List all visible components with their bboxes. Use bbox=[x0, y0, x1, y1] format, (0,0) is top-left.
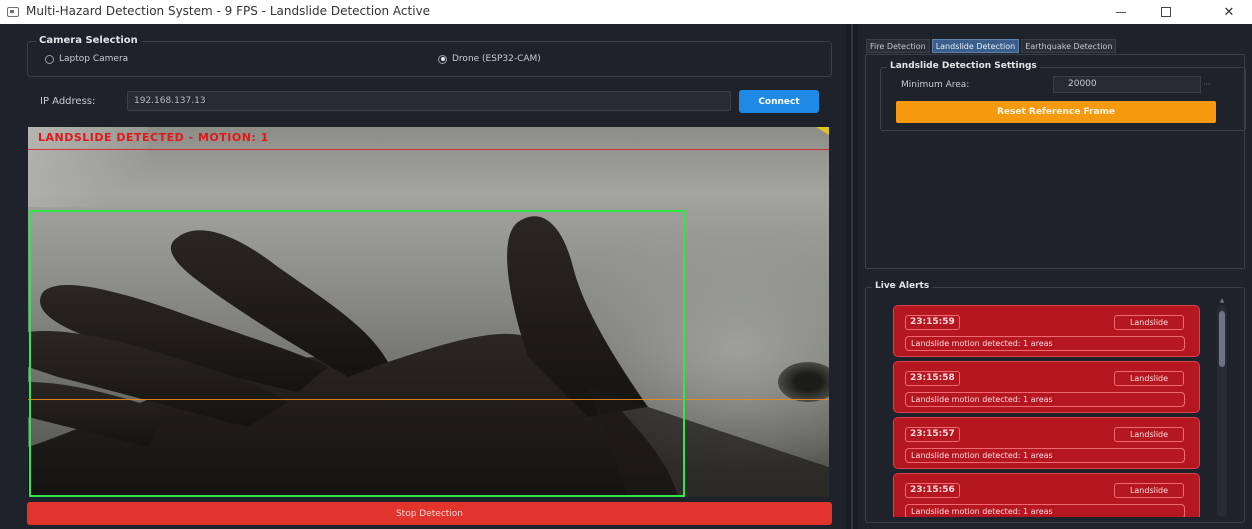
close-icon: ✕ bbox=[1223, 4, 1235, 20]
radio-indicator-selected bbox=[438, 54, 447, 64]
spin-arrows-icon[interactable]: ⋯ bbox=[1201, 76, 1213, 93]
camera-feed: LANDSLIDE DETECTED - MOTION: 1 bbox=[28, 127, 829, 497]
minimize-icon bbox=[1116, 11, 1126, 13]
alert-time: 23:15:56 bbox=[905, 483, 960, 498]
laptop-camera-radio[interactable]: Laptop Camera bbox=[45, 54, 128, 64]
alert-type-badge: Landslide bbox=[1114, 483, 1184, 498]
maximize-icon bbox=[1161, 7, 1171, 17]
live-alerts-title: Live Alerts bbox=[872, 281, 933, 291]
reset-reference-frame-button[interactable]: Reset Reference Frame bbox=[896, 101, 1216, 123]
alert-card: 23:15:56 Landslide Landslide motion dete… bbox=[893, 473, 1200, 517]
connect-button[interactable]: Connect bbox=[739, 90, 819, 113]
alert-time: 23:15:57 bbox=[905, 427, 960, 442]
window-icon bbox=[7, 7, 19, 17]
minimize-button[interactable] bbox=[1098, 0, 1144, 24]
detection-tabs: Fire Detection Landslide Detection Earth… bbox=[866, 39, 1118, 53]
camera-selection-group: Camera Selection Laptop Camera Drone (ES… bbox=[27, 35, 832, 77]
tab-earthquake-detection[interactable]: Earthquake Detection bbox=[1021, 39, 1117, 53]
settings-title: Landslide Detection Settings bbox=[887, 61, 1040, 71]
alert-message: Landslide motion detected: 1 areas bbox=[905, 336, 1185, 351]
landslide-settings-group: Landslide Detection Settings Minimum Are… bbox=[880, 61, 1246, 131]
alert-type-badge: Landslide bbox=[1114, 427, 1184, 442]
motion-bounding-box bbox=[29, 210, 685, 497]
minimum-area-label: Minimum Area: bbox=[901, 80, 970, 90]
maximize-button[interactable] bbox=[1143, 0, 1189, 24]
alert-card: 23:15:57 Landslide Landslide motion dete… bbox=[893, 417, 1200, 469]
tab-landslide-detection[interactable]: Landslide Detection bbox=[931, 39, 1020, 53]
radio-indicator bbox=[45, 54, 54, 64]
alert-card: 23:15:59 Landslide Landslide motion dete… bbox=[893, 305, 1200, 357]
control-panel: Fire Detection Landslide Detection Earth… bbox=[858, 24, 1252, 529]
alerts-scrollbar[interactable] bbox=[1217, 305, 1227, 517]
alert-message: Landslide motion detected: 1 areas bbox=[905, 448, 1185, 463]
camera-panel: Camera Selection Laptop Camera Drone (ES… bbox=[0, 24, 846, 529]
stop-detection-button[interactable]: Stop Detection bbox=[27, 502, 832, 525]
tab-content: Landslide Detection Settings Minimum Are… bbox=[865, 54, 1246, 269]
panel-splitter[interactable] bbox=[846, 24, 858, 529]
radio-label: Laptop Camera bbox=[59, 54, 129, 64]
alert-card: 23:15:58 Landslide Landslide motion dete… bbox=[893, 361, 1200, 413]
minimum-area-spinbox[interactable]: 20000 bbox=[1053, 76, 1201, 93]
background-object bbox=[778, 362, 829, 402]
radio-label: Drone (ESP32-CAM) bbox=[452, 54, 541, 64]
scrollbar-thumb[interactable] bbox=[1219, 311, 1225, 367]
scroll-up-icon[interactable]: ▲ bbox=[1217, 298, 1227, 304]
alert-type-badge: Landslide bbox=[1114, 315, 1184, 330]
window-title: Multi-Hazard Detection System - 9 FPS - … bbox=[26, 4, 431, 18]
drone-camera-radio[interactable]: Drone (ESP32-CAM) bbox=[438, 54, 541, 64]
alert-message: Landslide motion detected: 1 areas bbox=[905, 504, 1185, 517]
alert-type-badge: Landslide bbox=[1114, 371, 1184, 386]
alert-list[interactable]: 23:15:59 Landslide Landslide motion dete… bbox=[893, 305, 1200, 517]
ip-address-label: IP Address: bbox=[40, 96, 96, 107]
detection-line bbox=[28, 149, 829, 150]
detection-overlay-text: LANDSLIDE DETECTED - MOTION: 1 bbox=[38, 131, 269, 144]
ip-address-input[interactable]: 192.168.137.13 bbox=[127, 91, 731, 111]
alert-time: 23:15:59 bbox=[905, 315, 960, 330]
camera-selection-title: Camera Selection bbox=[36, 35, 141, 46]
alert-time: 23:15:58 bbox=[905, 371, 960, 386]
close-button[interactable]: ✕ bbox=[1206, 0, 1252, 24]
alert-message: Landslide motion detected: 1 areas bbox=[905, 392, 1185, 407]
live-alerts-group: Live Alerts 23:15:59 Landslide Landslide… bbox=[865, 281, 1245, 523]
tab-fire-detection[interactable]: Fire Detection bbox=[866, 39, 930, 53]
title-bar: Multi-Hazard Detection System - 9 FPS - … bbox=[0, 0, 1252, 24]
